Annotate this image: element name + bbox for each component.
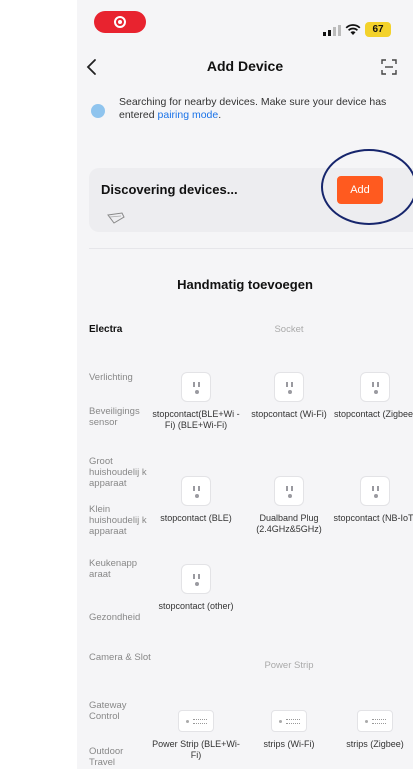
discovering-card: Discovering devices... Add bbox=[89, 168, 413, 232]
socket-icon bbox=[274, 372, 304, 402]
device-tile[interactable]: Dualband Plug (2.4GHz&5GHz) bbox=[245, 476, 333, 535]
device-label: stopcontact(BLE+Wi -Fi) (BLE+Wi-Fi) bbox=[152, 409, 240, 430]
device-tile[interactable]: Power Strip (BLE+Wi-Fi) bbox=[152, 710, 240, 761]
power-strip-icon bbox=[357, 710, 393, 732]
device-label: stopcontact (NB-IoT) bbox=[333, 513, 413, 523]
device-label: stopcontact (Wi-Fi) bbox=[251, 409, 327, 419]
device-label: Dualband Plug (2.4GHz&5GHz) bbox=[256, 513, 322, 534]
device-label: stopcontact (other) bbox=[158, 601, 234, 611]
socket-icon bbox=[274, 476, 304, 506]
category-gateway-control[interactable]: Gateway Control bbox=[89, 700, 151, 722]
device-label: Power Strip (BLE+Wi-Fi) bbox=[152, 739, 240, 760]
discovering-title: Discovering devices... bbox=[101, 182, 238, 197]
group-label-power-strip: Power Strip bbox=[264, 660, 314, 671]
pairing-mode-link[interactable]: pairing mode bbox=[158, 109, 219, 121]
radar-icon bbox=[107, 212, 125, 224]
signal-icon bbox=[323, 25, 341, 36]
notice-text: Searching for nearby devices. Make sure … bbox=[119, 96, 401, 122]
socket-icon bbox=[181, 372, 211, 402]
notice-text-end: . bbox=[218, 109, 222, 121]
category-electra[interactable]: Electra bbox=[89, 324, 151, 335]
add-button[interactable]: Add bbox=[337, 176, 383, 204]
power-strip-icon bbox=[178, 710, 214, 732]
power-strip-icon bbox=[271, 710, 307, 732]
socket-icon bbox=[181, 476, 211, 506]
device-tile[interactable]: stopcontact (other) bbox=[152, 564, 240, 612]
screen-record-indicator[interactable] bbox=[94, 11, 146, 33]
device-label: strips (Zigbee) bbox=[346, 739, 404, 749]
category-camera-slot[interactable]: Camera & Slot bbox=[89, 652, 151, 663]
category-verlichting[interactable]: Verlichting bbox=[89, 372, 151, 383]
device-tile[interactable]: stopcontact (NB-IoT) bbox=[331, 476, 413, 524]
category-beveiligings-sensor[interactable]: Beveiligings sensor bbox=[89, 406, 151, 428]
device-tile[interactable]: stopcontact (Wi-Fi) bbox=[245, 372, 333, 420]
device-label: stopcontact (BLE) bbox=[160, 513, 232, 523]
socket-icon bbox=[181, 564, 211, 594]
status-bar: 67 bbox=[77, 0, 413, 44]
device-label: strips (Wi-Fi) bbox=[263, 739, 315, 749]
wifi-icon bbox=[345, 24, 361, 35]
device-tile[interactable]: strips (Zigbee) bbox=[331, 710, 413, 750]
record-icon bbox=[114, 16, 126, 28]
category-outdoor-travel[interactable]: Outdoor Travel bbox=[89, 746, 151, 768]
device-tile[interactable]: stopcontact(BLE+Wi -Fi) (BLE+Wi-Fi) bbox=[152, 372, 240, 431]
category-klein-huishoudelijk[interactable]: Klein huishoudelij k apparaat bbox=[89, 504, 151, 537]
manual-add-title: Handmatig toevoegen bbox=[177, 277, 313, 292]
category-gezondheid[interactable]: Gezondheid bbox=[89, 612, 151, 623]
category-keukenapparaat[interactable]: Keukenapp araat bbox=[89, 558, 151, 580]
device-tile[interactable]: stopcontact (Zigbee) bbox=[331, 372, 413, 420]
nav-bar: Add Device bbox=[77, 48, 413, 86]
battery-level: 67 bbox=[365, 22, 391, 37]
scan-icon[interactable] bbox=[381, 59, 397, 75]
device-label: stopcontact (Zigbee) bbox=[333, 409, 413, 419]
category-groot-huishoudelijk[interactable]: Groot huishoudelij k apparaat bbox=[89, 456, 151, 489]
frame-margin-left bbox=[0, 0, 77, 769]
phone-screen: 67 Add Device Searching for nearby devic… bbox=[77, 0, 413, 769]
search-notice: Searching for nearby devices. Make sure … bbox=[91, 96, 401, 132]
bluetooth-icon bbox=[91, 104, 105, 118]
section-divider bbox=[89, 248, 413, 249]
page-title: Add Device bbox=[206, 58, 284, 74]
socket-icon bbox=[360, 476, 390, 506]
device-tile[interactable]: stopcontact (BLE) bbox=[152, 476, 240, 524]
device-tile[interactable]: strips (Wi-Fi) bbox=[245, 710, 333, 750]
group-label-socket: Socket bbox=[274, 324, 304, 335]
socket-icon bbox=[360, 372, 390, 402]
